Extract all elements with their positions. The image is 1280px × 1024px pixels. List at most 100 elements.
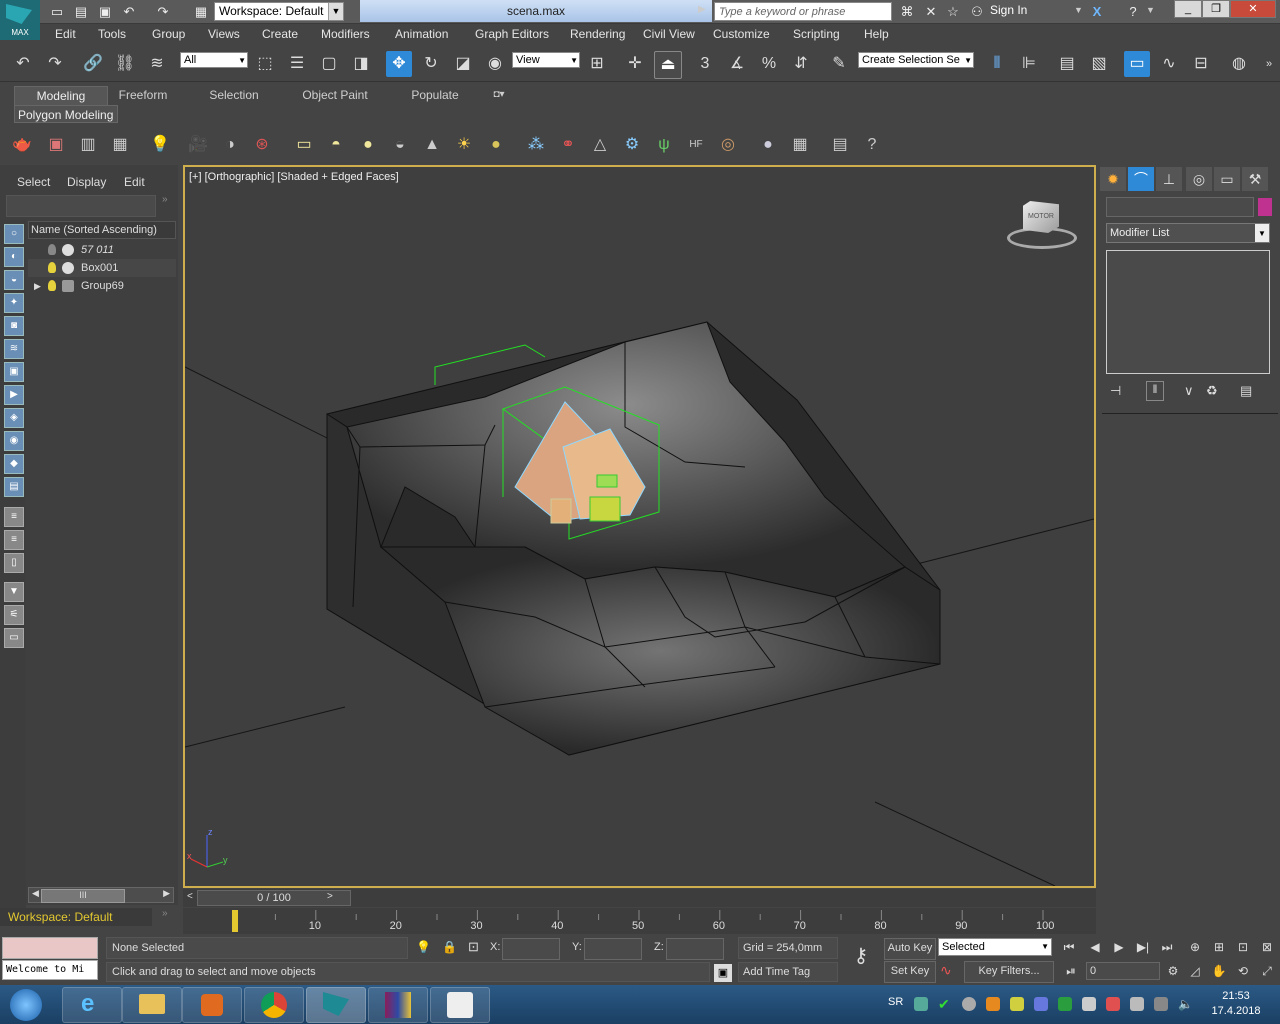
next-frame-icon[interactable]: ▶| (1134, 938, 1152, 956)
select-by-name-icon[interactable]: ☰ (284, 51, 310, 77)
tray-icon[interactable] (986, 997, 1000, 1011)
tray-icon[interactable] (914, 997, 928, 1011)
object-color-swatch[interactable] (1258, 198, 1272, 216)
geosphere-icon[interactable]: ◒ (388, 133, 412, 157)
select-object-icon[interactable]: ⬚ (252, 51, 278, 77)
key-filters-button[interactable]: Key Filters... (964, 961, 1054, 983)
zoom-icon[interactable]: ⊕ (1186, 938, 1204, 956)
remove-modifier-icon[interactable]: ♻ (1206, 383, 1218, 399)
menu-civil-view[interactable]: Civil View (643, 27, 695, 41)
restore-button[interactable]: ❐ (1202, 0, 1230, 18)
select-and-link-icon[interactable]: 🔗 (80, 51, 106, 77)
scene-explorer-tab-select[interactable]: Select (17, 175, 50, 189)
redo-icon[interactable]: ↷ (154, 3, 172, 20)
taskbar-winrar[interactable] (368, 987, 428, 1023)
search-input[interactable]: Type a keyword or phrase (714, 2, 892, 21)
tray-icon[interactable] (1034, 997, 1048, 1011)
maximize-viewport-icon[interactable]: ⤢ (1258, 962, 1276, 980)
visibility-icon[interactable] (62, 262, 74, 274)
hair-fur-icon[interactable]: HF (684, 133, 708, 157)
tray-icon[interactable] (1082, 997, 1096, 1011)
zoom-extents-icon[interactable]: ⊡ (1234, 938, 1252, 956)
close-button[interactable]: ✕ (1230, 0, 1276, 18)
display-bones-icon[interactable]: ◉ (4, 431, 24, 451)
isolate-icon[interactable]: 💡 (416, 940, 431, 954)
sphere-icon[interactable]: ● (356, 133, 380, 157)
start-button[interactable] (2, 986, 52, 1023)
make-unique-icon[interactable]: ∨ (1184, 383, 1194, 399)
menu-modifiers[interactable]: Modifiers (321, 27, 370, 41)
light-bulb-icon[interactable] (48, 262, 56, 273)
set-key-icon[interactable]: ⚷ (846, 943, 876, 973)
material-editor-icon[interactable]: ◍ (1226, 51, 1252, 77)
named-selection-dropdown[interactable]: Create Selection Se ▼ (858, 52, 974, 68)
material-sphere-icon[interactable]: ● (756, 133, 780, 157)
taskbar-snipping-tool[interactable] (430, 987, 490, 1023)
viewcube[interactable]: MOTOR (1007, 201, 1077, 257)
undo-icon[interactable]: ↶ (120, 3, 138, 20)
list-item[interactable]: 57 011 (28, 241, 176, 259)
molecule-icon[interactable]: ⚭ (556, 133, 580, 157)
modify-tab-icon[interactable]: ⌒ (1128, 167, 1154, 191)
select-and-scale-icon[interactable]: ◪ (450, 51, 476, 77)
display-geometry-icon[interactable]: ◐ (4, 247, 24, 267)
orbit-icon[interactable]: ⟲ (1234, 962, 1252, 980)
key-mode-toggle-icon[interactable]: ⏯ (1062, 962, 1080, 980)
undo-icon[interactable]: ↶ (10, 51, 36, 77)
menu-views[interactable]: Views (208, 27, 240, 41)
set-key-button[interactable]: Set Key (884, 961, 936, 983)
display-tab-icon[interactable]: ▭ (1214, 167, 1240, 191)
teapot-icon[interactable]: 🫖 (10, 133, 34, 157)
workspace-select[interactable]: Workspace: Default ▼ (214, 2, 344, 21)
taskbar-media-player[interactable] (182, 987, 242, 1023)
coord-y-field[interactable] (584, 938, 642, 960)
chevron-double-icon[interactable]: » (162, 194, 168, 205)
cloth-icon[interactable]: ◎ (716, 133, 740, 157)
chevron-right-icon[interactable]: » (1256, 51, 1280, 77)
coord-z-field[interactable] (666, 938, 724, 960)
unlink-selection-icon[interactable]: ⛓ (112, 51, 138, 77)
coord-x-field[interactable] (502, 938, 560, 960)
ribbon-toggle-icon[interactable]: ▭ (1124, 51, 1150, 77)
go-to-end-icon[interactable]: ⏭ (1158, 938, 1176, 956)
pan-view-icon[interactable]: ✋ (1210, 962, 1228, 980)
video-post-icon[interactable]: ⊛ (250, 133, 274, 157)
snaps-toggle-icon[interactable]: 3 (692, 51, 718, 77)
tab-modeling[interactable]: Modeling (14, 86, 108, 106)
menu-graph-editors[interactable]: Graph Editors (475, 27, 549, 41)
list-icon[interactable]: ≡ (4, 507, 24, 527)
layer-icon[interactable]: ▭ (4, 628, 24, 648)
scene-explorer-column-name[interactable]: Name (Sorted Ascending) (28, 221, 176, 239)
scene-explorer-tab-display[interactable]: Display (67, 175, 106, 189)
sun-icon[interactable]: ☀ (452, 133, 476, 157)
display-xrefs-icon[interactable]: ◈ (4, 408, 24, 428)
sky-icon[interactable]: ● (484, 133, 508, 157)
current-frame-marker[interactable] (232, 910, 238, 932)
select-and-move-icon[interactable]: ✥ (386, 51, 412, 77)
scene-explorer-search-input[interactable] (6, 195, 156, 217)
communication-center-icon[interactable]: ✕ (922, 3, 940, 20)
particles-icon[interactable]: ⁂ (524, 133, 548, 157)
help-icon[interactable]: ? (860, 133, 884, 157)
new-file-icon[interactable]: ▭ (48, 3, 66, 20)
cone-icon[interactable]: ▲ (420, 133, 444, 157)
tab-populate[interactable]: Populate (398, 86, 472, 104)
hemisphere-icon[interactable]: ◓ (324, 133, 348, 157)
filter-settings-icon[interactable]: ⚟ (4, 605, 24, 625)
select-and-place-icon[interactable]: ◉ (482, 51, 508, 77)
display-helpers-icon[interactable]: ≋ (4, 339, 24, 359)
sign-in-link[interactable]: Sign In (990, 3, 1027, 17)
chevron-left-icon[interactable]: < (187, 891, 193, 902)
taskbar-chrome[interactable] (244, 987, 304, 1023)
chevron-right-icon[interactable]: ▶ (163, 888, 170, 899)
pin-stack-icon[interactable]: ⊣ (1110, 383, 1121, 399)
spinner-snap-icon[interactable]: ⇵ (788, 51, 814, 77)
play-icon[interactable]: ▶ (1110, 938, 1128, 956)
selection-filter-dropdown[interactable]: All ▼ (180, 52, 248, 68)
chevron-right-icon[interactable]: > (327, 891, 333, 902)
add-time-tag-button[interactable]: Add Time Tag (738, 962, 838, 982)
render-production-icon[interactable]: ▦ (108, 133, 132, 157)
taskbar-3ds-max[interactable] (306, 987, 366, 1023)
select-manipulate-icon[interactable]: ✛ (622, 51, 648, 77)
current-frame-field[interactable]: 0 (1086, 962, 1160, 980)
